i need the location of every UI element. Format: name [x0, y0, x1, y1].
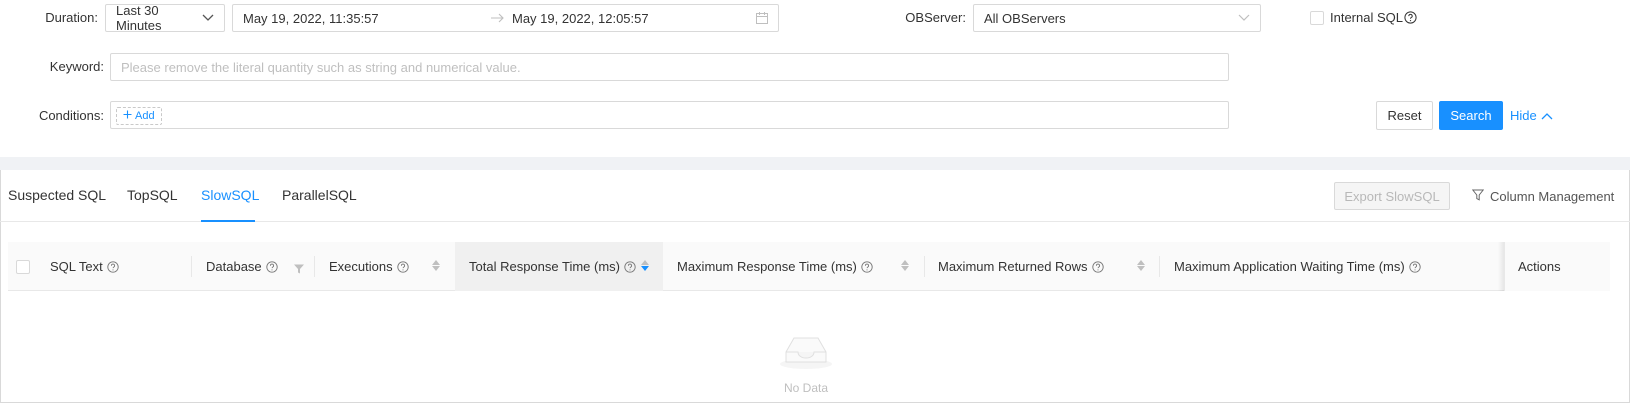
sort-icon[interactable] [432, 260, 440, 271]
arrow-right-icon [491, 11, 505, 26]
add-condition-button[interactable]: Add [116, 107, 162, 125]
filter-icon [1471, 189, 1485, 204]
sort-descending-icon[interactable] [641, 260, 649, 271]
hide-filters-link[interactable]: Hide [1510, 108, 1553, 123]
conditions-field[interactable]: Add [110, 101, 1229, 129]
column-max-returned-rows: Maximum Returned Rows [938, 242, 1104, 291]
keyword-placeholder: Please remove the literal quantity such … [121, 59, 521, 75]
help-icon[interactable] [266, 260, 278, 273]
help-icon[interactable] [1409, 260, 1421, 273]
filter-panel: Duration: Last 30 Minutes May 19, 2022, … [0, 0, 1630, 157]
column-filter-icon[interactable] [294, 262, 304, 277]
date-range-picker[interactable]: May 19, 2022, 11:35:57 May 19, 2022, 12:… [232, 4, 779, 32]
range-start[interactable]: May 19, 2022, 11:35:57 [243, 11, 379, 26]
keyword-label: Keyword: [49, 59, 104, 74]
duration-label: Duration: [45, 10, 98, 25]
column-management-button[interactable]: Column Management [1471, 189, 1614, 204]
plus-icon [123, 110, 132, 122]
range-end[interactable]: May 19, 2022, 12:05:57 [512, 11, 649, 26]
column-max-response-time: Maximum Response Time (ms) [677, 242, 873, 291]
help-icon[interactable] [624, 260, 636, 273]
observer-select[interactable]: All OBServers [973, 4, 1261, 32]
table-header: SQL Text Database Executions Total Respo… [8, 242, 1610, 291]
chevron-down-icon [202, 14, 214, 22]
sort-icon[interactable] [1137, 260, 1145, 271]
column-max-app-waiting-time: Maximum Application Waiting Time (ms) [1174, 242, 1421, 291]
duration-select[interactable]: Last 30 Minutes [105, 3, 225, 33]
help-icon[interactable] [107, 260, 119, 273]
observer-label: OBServer: [905, 10, 966, 25]
column-actions: Actions [1518, 259, 1561, 274]
select-all-checkbox[interactable] [16, 260, 30, 274]
column-sql-text: SQL Text [50, 242, 119, 291]
tab-topsql[interactable]: TopSQL [127, 187, 178, 203]
sort-icon[interactable] [901, 260, 909, 271]
chevron-up-icon [1541, 108, 1553, 123]
empty-state-icon [776, 330, 836, 373]
help-icon[interactable] [1404, 11, 1417, 27]
help-icon[interactable] [396, 260, 409, 273]
column-total-response-time[interactable]: Total Response Time (ms) [455, 242, 663, 291]
conditions-label: Conditions: [38, 108, 104, 123]
column-database: Database [206, 242, 278, 291]
keyword-input[interactable]: Please remove the literal quantity such … [110, 53, 1229, 81]
reset-button[interactable]: Reset [1376, 101, 1433, 130]
tab-parallelsql[interactable]: ParallelSQL [282, 187, 357, 203]
active-tab-indicator [201, 220, 255, 222]
tab-suspected-sql[interactable]: Suspected SQL [8, 187, 106, 203]
tab-slowsql[interactable]: SlowSQL [201, 187, 259, 203]
help-icon[interactable] [1091, 260, 1104, 273]
export-slowsql-button[interactable]: Export SlowSQL [1334, 182, 1450, 210]
column-executions: Executions [329, 242, 409, 291]
help-icon[interactable] [861, 260, 873, 273]
internal-sql-checkbox[interactable] [1310, 11, 1324, 25]
internal-sql-label: Internal SQL [1330, 10, 1403, 25]
section-divider [0, 157, 1630, 170]
calendar-icon [756, 12, 768, 24]
chevron-down-icon [1238, 14, 1250, 22]
tab-bar: Suspected SQL TopSQL SlowSQL ParallelSQL… [0, 170, 1630, 222]
empty-state-text: No Data [783, 381, 829, 395]
search-button[interactable]: Search [1439, 101, 1503, 130]
